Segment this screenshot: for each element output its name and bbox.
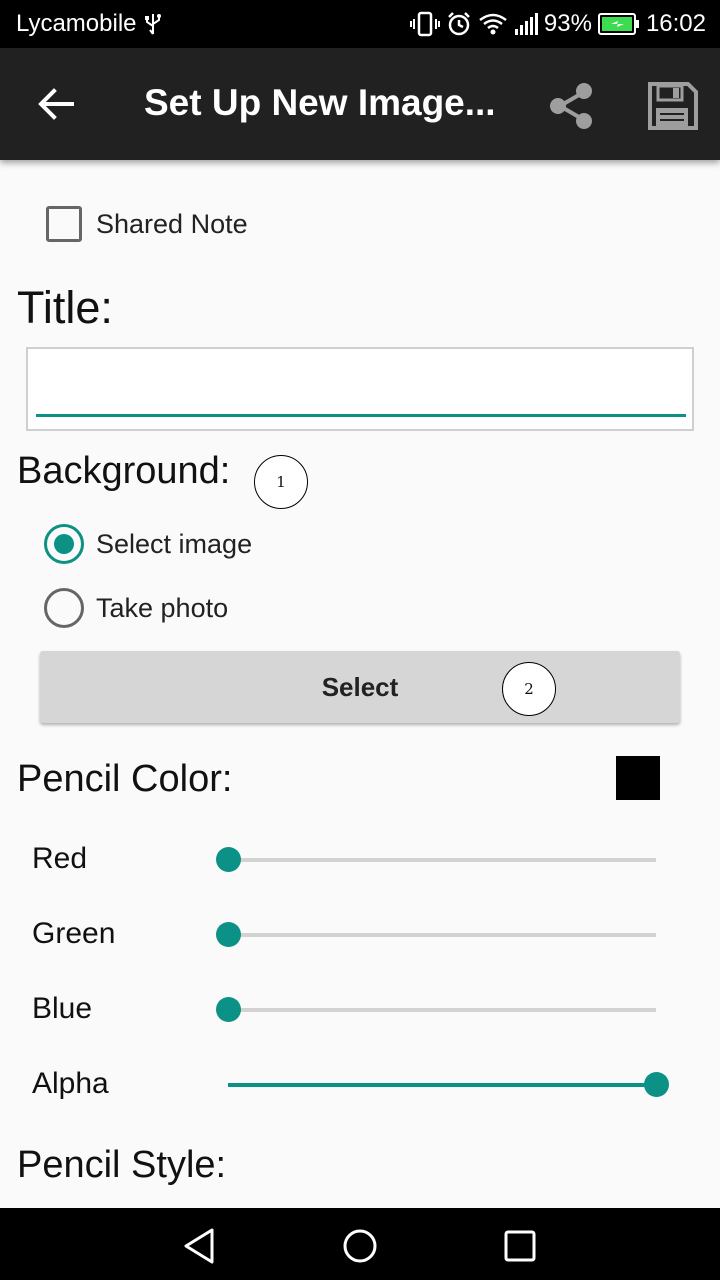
slider-label-blue: Blue [32, 992, 93, 1025]
clock: 16:02 [645, 10, 706, 37]
shared-note-checkbox[interactable] [46, 206, 82, 242]
app-toolbar: Set Up New Image... [0, 48, 720, 160]
slider-label-green: Green [32, 917, 116, 950]
nav-recents-icon[interactable] [500, 1226, 540, 1266]
blue-slider[interactable] [216, 997, 656, 1022]
annotation-marker-1: 1 [254, 455, 308, 509]
background-heading: Background: [17, 450, 231, 492]
slider-row-alpha: Alpha [0, 1055, 720, 1115]
radio-label-take-photo: Take photo [96, 592, 229, 623]
radio-label-select-image: Select image [96, 528, 253, 559]
system-nav-bar [0, 1208, 720, 1280]
slider-thumb[interactable] [216, 847, 241, 872]
nav-back-icon[interactable] [180, 1226, 220, 1266]
title-input-container [26, 347, 694, 431]
vibrate-icon [409, 11, 440, 37]
radio-button-take-photo[interactable] [44, 588, 84, 628]
slider-row-blue: Blue [0, 980, 720, 1040]
slider-row-green: Green [0, 905, 720, 965]
back-arrow-icon[interactable] [28, 76, 84, 132]
slider-row-red: Red [0, 830, 720, 890]
battery-charging-icon [597, 13, 639, 35]
title-heading: Title: [17, 282, 113, 333]
share-icon[interactable] [544, 78, 600, 134]
shared-note-label: Shared Note [96, 208, 248, 239]
carrier-name: Lycamobile [16, 10, 137, 37]
red-slider[interactable] [216, 847, 656, 872]
slider-thumb[interactable] [216, 997, 241, 1022]
alpha-slider[interactable] [228, 1072, 669, 1097]
signal-icon [514, 13, 538, 35]
page-title: Set Up New Image... [144, 82, 496, 123]
status-icons: 93% 16:02 [409, 10, 706, 38]
wifi-icon [479, 13, 507, 35]
save-icon[interactable] [644, 78, 700, 134]
alarm-icon [448, 12, 470, 36]
status-bar: Lycamobile 93% 16:02 [0, 0, 720, 48]
select-button[interactable]: Select [40, 651, 680, 723]
slider-thumb[interactable] [216, 922, 241, 947]
nav-home-icon[interactable] [340, 1226, 380, 1266]
radio-take-photo[interactable]: Take photo [44, 588, 228, 628]
slider-label-alpha: Alpha [32, 1067, 109, 1100]
slider-thumb[interactable] [644, 1072, 669, 1097]
pencil-style-heading: Pencil Style: [17, 1144, 227, 1186]
usb-icon [145, 14, 161, 35]
green-slider[interactable] [216, 922, 656, 947]
slider-label-red: Red [32, 842, 88, 875]
title-input[interactable] [36, 361, 686, 417]
slider-fill [228, 1083, 656, 1087]
battery-percent: 93% [543, 10, 592, 37]
shared-note-checkbox-row[interactable]: Shared Note [46, 206, 248, 242]
pencil-color-heading: Pencil Color: [17, 758, 233, 800]
annotation-marker-2: 2 [502, 662, 556, 716]
pencil-color-swatch [616, 756, 660, 800]
radio-select-image[interactable]: Select image [44, 524, 252, 564]
radio-button-select-image[interactable] [44, 524, 84, 564]
